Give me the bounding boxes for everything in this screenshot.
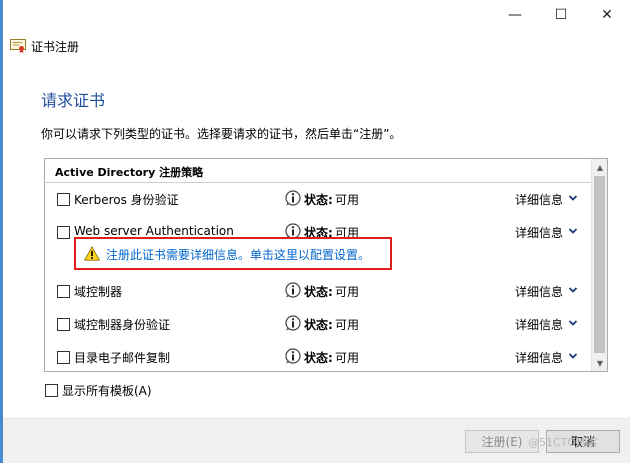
status-label: 状态: [304,193,333,207]
close-button[interactable]: ✕ [584,0,630,30]
info-icon[interactable] [285,348,301,364]
chevron-down-icon[interactable] [568,193,578,203]
chevron-down-icon[interactable] [568,351,578,361]
configure-settings-link[interactable]: 注册此证书需要详细信息。单击这里以配置设置。 [106,246,370,263]
list-item-domain-controller-authentication: 域控制器身份验证 状态: 可用 详细信息 [45,312,591,336]
list-header: Active Directory 注册策略 [45,159,591,183]
certificate-icon [10,39,26,53]
status-label: 状态: [304,351,333,365]
maximize-button[interactable]: ☐ [538,0,584,30]
window-left-edge [0,0,3,463]
checkbox-web-server-authentication[interactable] [57,226,70,239]
checkbox-directory-email-replication[interactable] [57,351,70,364]
status-value: 可用 [335,285,360,299]
list-item-domain-controller: 域控制器 状态: 可用 详细信息 [45,279,591,303]
page-title: 请求证书 [41,91,106,110]
info-icon[interactable] [285,282,301,298]
show-all-templates-label[interactable]: 显示所有模板(A) [62,382,152,399]
checkbox-kerberos[interactable] [57,193,70,206]
instruction-text: 你可以请求下列类型的证书。选择要请求的证书，然后单击“注册”。 [41,127,402,141]
row-label: 域控制器 [74,285,123,299]
status-value: 可用 [335,318,360,332]
scroll-down-arrow-icon[interactable]: ▼ [592,355,607,371]
status-value: 可用 [335,351,360,365]
row-label: Kerberos 身份验证 [74,193,179,207]
status-label: 状态: [304,318,333,332]
scrollbar-thumb[interactable] [594,176,605,353]
breadcrumb: 证书注册 [10,37,79,55]
details-link[interactable]: 详细信息 [515,224,563,241]
title-bar: — ☐ ✕ [3,0,630,30]
list-item-kerberos: Kerberos 身份验证 状态: 可用 详细信息 [45,187,591,211]
list-scrollbar[interactable]: ▲ ▼ [591,159,607,371]
details-link[interactable]: 详细信息 [515,283,563,300]
details-link[interactable]: 详细信息 [515,316,563,333]
checkbox-domain-controller-authentication[interactable] [57,318,70,331]
details-link[interactable]: 详细信息 [515,349,563,366]
minimize-button[interactable]: — [492,0,538,30]
warning-highlight-box: 注册此证书需要详细信息。单击这里以配置设置。 [74,237,392,270]
warning-icon [84,246,100,261]
chevron-down-icon[interactable] [568,226,578,236]
breadcrumb-title: 证书注册 [31,39,80,54]
status-value: 可用 [335,193,360,207]
row-label: 目录电子邮件复制 [74,351,171,365]
chevron-down-icon[interactable] [568,318,578,328]
list-item-directory-email-replication: 目录电子邮件复制 状态: 可用 详细信息 [45,345,591,369]
show-all-templates-checkbox[interactable] [45,384,58,397]
info-icon[interactable] [285,315,301,331]
info-icon[interactable] [285,190,301,206]
row-label: 域控制器身份验证 [74,318,171,332]
row-label: Web server Authentication [74,224,234,238]
checkbox-domain-controller[interactable] [57,285,70,298]
watermark: @51CTO博客 [528,436,599,449]
scroll-up-arrow-icon[interactable]: ▲ [592,159,607,175]
details-link[interactable]: 详细信息 [515,191,563,208]
chevron-down-icon[interactable] [568,285,578,295]
status-label: 状态: [304,285,333,299]
